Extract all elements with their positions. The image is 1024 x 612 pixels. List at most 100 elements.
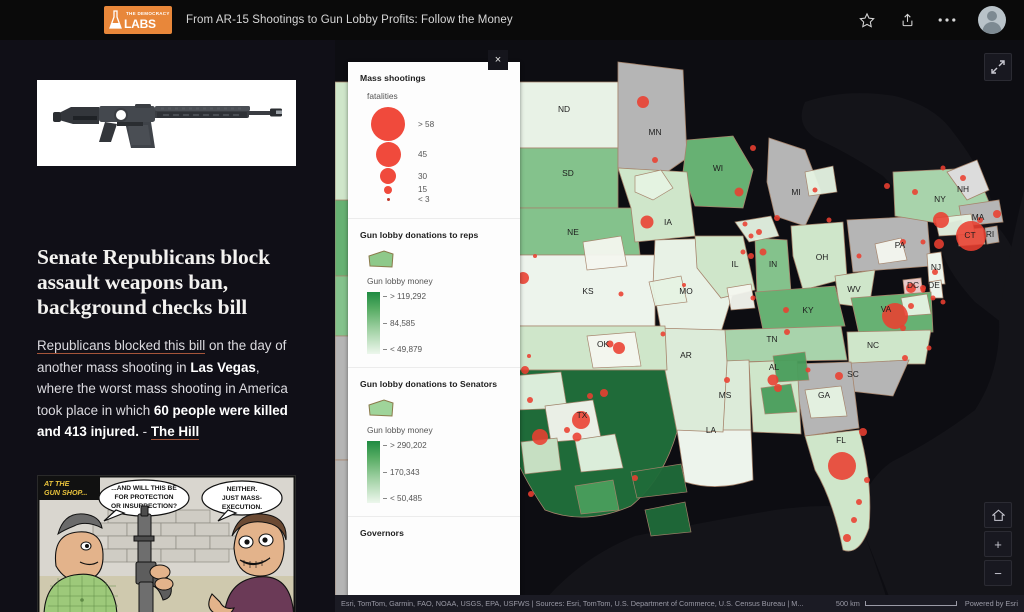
color-ramp-bar	[367, 292, 380, 354]
legend-section-mass-shootings: Mass shootings fatalities > 58 45 30 15 …	[348, 62, 520, 219]
legend-symbol-slot	[360, 107, 416, 141]
legend-section-gun-lobby-reps: Gun lobby donations to reps Gun lobby mo…	[348, 219, 520, 368]
expand-button[interactable]	[984, 53, 1012, 81]
state-label-ky: KY	[802, 305, 814, 315]
state-label-de: DE	[928, 280, 940, 290]
legend-symbol-slot	[360, 168, 416, 184]
ramp-tick-icon	[383, 471, 387, 473]
article-headline: Senate Republicans block assault weapons…	[37, 245, 270, 319]
state-label-la: LA	[706, 425, 717, 435]
zoom-in-button[interactable]: +	[984, 531, 1012, 557]
legend-class-label: 170,343	[390, 467, 420, 477]
home-button[interactable]	[984, 502, 1012, 528]
legend-class-row: 45	[360, 142, 508, 167]
state-nc	[846, 329, 932, 365]
ramp-tick-icon	[383, 322, 387, 324]
share-icon[interactable]	[898, 11, 916, 29]
more-options-icon[interactable]	[938, 11, 956, 29]
browser-actions	[858, 6, 1006, 34]
svg-text:JUST MASS-: JUST MASS-	[222, 495, 262, 502]
article-source[interactable]: The Hill	[150, 424, 200, 440]
expand-arrows-icon	[991, 60, 1005, 74]
state-label-dc: DC	[907, 280, 919, 290]
profile-avatar[interactable]	[978, 6, 1006, 34]
state-label-ms: MS	[719, 390, 732, 400]
polygon-swatch-icon	[368, 399, 394, 417]
legend-symbol-slot	[360, 142, 416, 167]
color-ramp-senators: > 290,202 170,343 < 50,485	[367, 441, 508, 503]
zoom-out-button[interactable]: −	[984, 560, 1012, 586]
state-label-sd: SD	[562, 168, 574, 178]
legend-title-gun-lobby-reps: Gun lobby donations to reps	[360, 230, 479, 240]
map-attribution-bar: Esri, TomTom, Garmin, FAO, NOAA, USGS, E…	[335, 595, 1024, 612]
legend-class-row: < 3	[360, 195, 508, 204]
favorite-icon[interactable]	[858, 11, 876, 29]
legend-class-row: 84,585	[383, 319, 426, 328]
ramp-tick-icon	[383, 498, 387, 499]
map-viewport[interactable]: ND SD MN WI MI NE IA IL IN OH PA NY NH MA CT RI NJ DE DC WV…	[335, 40, 1024, 612]
site-logo[interactable]: THE DEMOCRACY LABS	[104, 6, 172, 34]
attribution-text: Esri, TomTom, Garmin, FAO, NOAA, USGS, E…	[341, 599, 804, 608]
browser-toolbar: THE DEMOCRACY LABS From AR-15 Shootings …	[0, 0, 1024, 40]
legend-ramp-label-reps: Gun lobby money	[367, 276, 433, 286]
state-label-ct: CT	[964, 230, 975, 240]
graduated-circle-icon	[386, 198, 390, 201]
rifle-photo	[37, 80, 296, 166]
legend-class-label: 84,585	[390, 318, 416, 328]
ramp-tick-icon	[383, 349, 387, 350]
state-label-fl: FL	[836, 435, 846, 445]
svg-text:GUN SHOP...: GUN SHOP...	[44, 488, 87, 497]
map-navigation-controls: + −	[984, 502, 1012, 586]
state-label-mi: MI	[791, 187, 800, 197]
legend-class-label: > 58	[418, 119, 435, 129]
article-link[interactable]: Republicans blocked this bill	[37, 338, 206, 354]
legend-class-label: 30	[418, 171, 428, 181]
logo-top-text: THE DEMOCRACY	[126, 11, 170, 16]
state-label-pa: PA	[895, 240, 906, 250]
color-ramp-reps: > 119,292 84,585 < 49,879	[367, 292, 508, 354]
legend-title-governors: Governors	[360, 528, 404, 538]
color-ramp-labels: > 290,202 170,343 < 50,485	[383, 441, 427, 503]
state-label-tx: TX	[577, 410, 588, 420]
graduated-circle-icon	[371, 107, 405, 141]
home-icon	[991, 509, 1005, 521]
svg-text:NEITHER.: NEITHER.	[227, 486, 258, 493]
graduated-circle-icon	[380, 168, 396, 184]
state-label-ny: NY	[934, 194, 946, 204]
state-label-nc: NC	[867, 340, 879, 350]
color-ramp-labels: > 119,292 84,585 < 49,879	[383, 292, 426, 354]
legend-subtitle-fatalities: fatalities	[367, 91, 398, 101]
state-label-al: AL	[769, 362, 780, 372]
legend-class-label: > 119,292	[390, 292, 427, 301]
svg-text:...AND WILL THIS BE: ...AND WILL THIS BE	[111, 485, 177, 492]
avatar-head	[987, 11, 997, 21]
legend-class-label: 45	[418, 150, 428, 159]
page-title: From AR-15 Shootings to Gun Lobby Profit…	[186, 14, 513, 26]
state-label-mo: MO	[679, 286, 693, 296]
legend-title-mass-shootings: Mass shootings	[360, 73, 426, 83]
state-label-il: IL	[732, 259, 739, 269]
article-bold-1: Las Vegas	[190, 359, 256, 375]
legend-symbol-slot	[360, 185, 416, 194]
state-la	[676, 429, 754, 487]
state-label-sc: SC	[847, 369, 859, 379]
legend-section-gun-lobby-senators: Gun lobby donations to Senators Gun lobb…	[348, 368, 520, 517]
state-label-va: VA	[881, 304, 892, 314]
polygon-swatch-icon	[368, 250, 394, 268]
legend-panel[interactable]: Mass shootings fatalities > 58 45 30 15 …	[348, 62, 520, 607]
state-label-mn: MN	[648, 127, 661, 137]
legend-symbol-slot	[360, 198, 416, 201]
state-label-in: IN	[769, 259, 777, 269]
legend-class-label: < 49,879	[390, 345, 423, 354]
legend-class-row: > 58	[360, 107, 508, 141]
article-body: Republicans blocked this bill on the day…	[37, 335, 299, 443]
svg-text:EXECUTION.: EXECUTION.	[222, 504, 262, 511]
political-cartoon: AT THE GUN SHOP... ...AND WILL THIS BE F…	[37, 475, 296, 612]
legend-ramp-label-senators: Gun lobby money	[367, 425, 433, 435]
close-legend-button[interactable]: ×	[488, 50, 508, 70]
legend-class-row: 15	[360, 185, 508, 194]
state-label-wv: WV	[847, 284, 861, 294]
state-label-ri: RI	[986, 229, 994, 239]
avatar-body	[982, 22, 1002, 34]
state-label-ga: GA	[818, 390, 831, 400]
